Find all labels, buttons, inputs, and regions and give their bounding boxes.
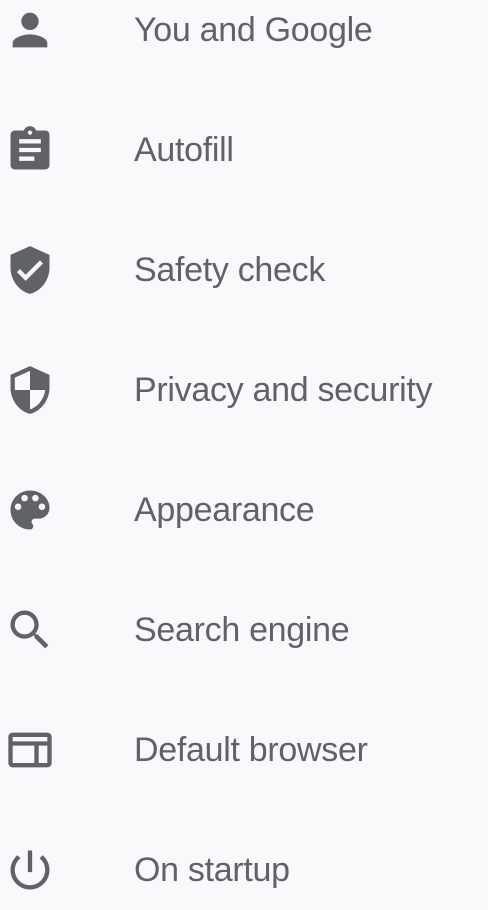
sidebar-item-on-startup[interactable]: On startup	[0, 830, 488, 910]
sidebar-item-safety-check[interactable]: Safety check	[0, 230, 488, 310]
sidebar-item-label: You and Google	[134, 11, 373, 49]
sidebar-item-autofill[interactable]: Autofill	[0, 110, 488, 190]
sidebar-item-label: Search engine	[134, 611, 350, 649]
sidebar-item-appearance[interactable]: Appearance	[0, 470, 488, 550]
sidebar-item-label: Privacy and security	[134, 371, 433, 409]
power-icon	[4, 844, 56, 896]
sidebar-item-default-browser[interactable]: Default browser	[0, 710, 488, 790]
sidebar-item-privacy-and-security[interactable]: Privacy and security	[0, 350, 488, 430]
clipboard-icon	[4, 124, 56, 176]
palette-icon	[4, 484, 56, 536]
settings-sidebar: You and Google Autofill Safety check Pri…	[0, 0, 488, 895]
sidebar-item-you-and-google[interactable]: You and Google	[0, 0, 488, 70]
browser-window-icon	[4, 724, 56, 776]
search-icon	[4, 604, 56, 656]
sidebar-item-label: Autofill	[134, 131, 234, 169]
shield-check-icon	[4, 244, 56, 296]
sidebar-item-search-engine[interactable]: Search engine	[0, 590, 488, 670]
sidebar-item-label: Default browser	[134, 731, 368, 769]
sidebar-item-label: Safety check	[134, 251, 326, 289]
shield-half-icon	[4, 364, 56, 416]
sidebar-item-label: On startup	[134, 851, 290, 889]
sidebar-item-label: Appearance	[134, 491, 315, 529]
person-icon	[4, 4, 56, 56]
